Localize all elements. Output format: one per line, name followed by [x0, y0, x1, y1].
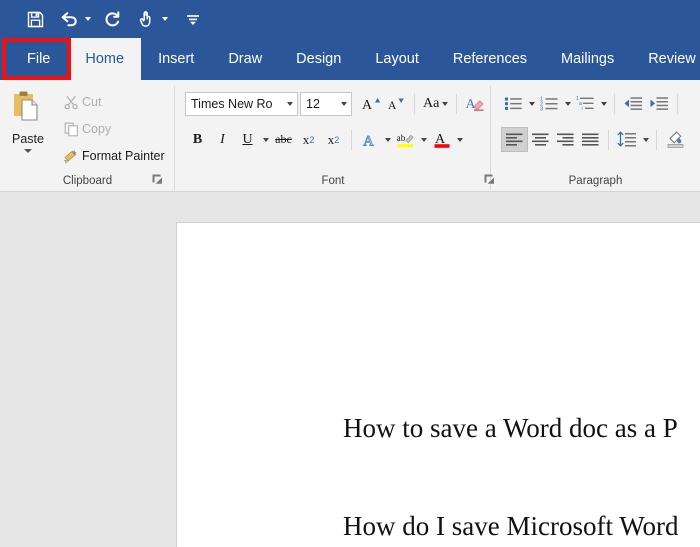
- multilevel-list-caret[interactable]: [598, 91, 609, 116]
- bold-label: B: [193, 132, 202, 148]
- document-line-1[interactable]: How to save a Word doc as a P: [343, 413, 678, 444]
- tab-mailings[interactable]: Mailings: [544, 38, 631, 80]
- cut-label: Cut: [82, 95, 101, 109]
- numbering-button[interactable]: 1 2 3: [537, 91, 562, 116]
- font-size-combobox[interactable]: 12: [300, 92, 352, 116]
- align-right-button[interactable]: [553, 127, 578, 152]
- text-effects-caret[interactable]: [382, 127, 393, 152]
- paste-icon: [11, 89, 45, 128]
- tab-design[interactable]: Design: [279, 38, 358, 80]
- underline-label: U: [242, 132, 252, 148]
- ribbon-group-paragraph: 1 2 3 1: [491, 80, 691, 168]
- font-name-combobox[interactable]: Times New Ro: [185, 92, 298, 116]
- text-highlight-color-button[interactable]: ab: [393, 127, 418, 152]
- line-spacing-caret[interactable]: [640, 127, 651, 152]
- multilevel-list-button[interactable]: 1 a i: [573, 91, 598, 116]
- svg-text:A: A: [363, 133, 374, 149]
- copy-button[interactable]: Copy: [56, 118, 169, 140]
- format-painter-icon: [60, 149, 82, 164]
- tab-references[interactable]: References: [436, 38, 544, 80]
- change-case-caret[interactable]: [442, 102, 448, 106]
- save-icon[interactable]: [22, 6, 48, 32]
- ribbon-group-font: Times New Ro 12 A: [175, 80, 491, 168]
- undo-dropdown-caret[interactable]: [82, 6, 93, 32]
- shading-button[interactable]: [662, 127, 689, 152]
- ribbon-group-labels: Clipboard Font Paragraph: [0, 167, 700, 191]
- strikethrough-button[interactable]: abc: [271, 127, 296, 152]
- clear-formatting-icon[interactable]: A: [462, 91, 488, 116]
- ribbon-tab-strip: File Home Insert Draw Design Layout Refe…: [0, 38, 700, 80]
- tab-home[interactable]: Home: [68, 38, 141, 80]
- clipboard-dialog-launcher[interactable]: [152, 174, 164, 186]
- copy-icon: [60, 122, 82, 137]
- font-color-caret[interactable]: [454, 127, 465, 152]
- font-name-caret[interactable]: [282, 102, 297, 106]
- numbering-caret[interactable]: [562, 91, 573, 116]
- align-left-button[interactable]: [501, 127, 528, 152]
- document-line-2[interactable]: How do I save Microsoft Word: [343, 511, 679, 542]
- svg-text:i: i: [582, 106, 583, 112]
- shrink-font-icon[interactable]: A: [384, 91, 409, 116]
- italic-button[interactable]: I: [210, 127, 235, 152]
- undo-icon[interactable]: [56, 6, 82, 32]
- font-size-value: 12: [306, 97, 336, 111]
- text-effects-button[interactable]: A: [357, 127, 382, 152]
- copy-label: Copy: [82, 122, 111, 136]
- decrease-indent-button[interactable]: [620, 91, 646, 116]
- strikethrough-label: abc: [275, 132, 292, 147]
- touch-mode-dropdown-caret[interactable]: [159, 6, 170, 32]
- svg-text:3: 3: [540, 106, 543, 112]
- clipboard-commands: Cut Copy: [56, 83, 169, 168]
- document-canvas: How to save a Word doc as a P How do I s…: [0, 192, 700, 547]
- paste-label: Paste: [12, 132, 44, 146]
- group-label-font: Font: [175, 175, 491, 187]
- quick-access-toolbar: [0, 0, 700, 38]
- line-spacing-button[interactable]: [614, 127, 640, 152]
- svg-text:A: A: [388, 100, 397, 112]
- group-label-clipboard: Clipboard: [0, 175, 175, 187]
- align-center-button[interactable]: [528, 127, 553, 152]
- highlight-color-caret[interactable]: [418, 127, 429, 152]
- paste-button[interactable]: Paste: [0, 83, 56, 167]
- scissors-icon: [60, 95, 82, 110]
- touch-mouse-mode-icon[interactable]: [133, 6, 159, 32]
- increase-indent-button[interactable]: [646, 91, 672, 116]
- document-page[interactable]: How to save a Word doc as a P How do I s…: [176, 222, 700, 547]
- underline-style-caret[interactable]: [260, 127, 271, 152]
- tab-file[interactable]: File: [9, 38, 68, 80]
- cut-button[interactable]: Cut: [56, 91, 169, 113]
- italic-label: I: [220, 132, 225, 148]
- underline-button[interactable]: U: [235, 127, 260, 152]
- grow-font-icon[interactable]: A: [358, 91, 384, 116]
- change-case-icon[interactable]: Aa: [420, 91, 451, 116]
- bold-button[interactable]: B: [185, 127, 210, 152]
- bullets-caret[interactable]: [526, 91, 537, 116]
- format-painter-label: Format Painter: [82, 149, 165, 163]
- bullets-button[interactable]: [501, 91, 526, 116]
- paste-dropdown-caret[interactable]: [24, 149, 32, 153]
- ribbon-group-clipboard: Paste Cut: [0, 80, 175, 168]
- font-color-button[interactable]: A: [429, 127, 454, 152]
- font-name-value: Times New Ro: [191, 97, 282, 111]
- font-size-caret[interactable]: [336, 102, 351, 106]
- group-label-paragraph: Paragraph: [491, 175, 700, 187]
- tab-insert[interactable]: Insert: [141, 38, 211, 80]
- tab-draw[interactable]: Draw: [211, 38, 279, 80]
- subscript-button[interactable]: x2: [296, 127, 321, 152]
- superscript-button[interactable]: x2: [321, 127, 346, 152]
- format-painter-button[interactable]: Format Painter: [56, 145, 169, 167]
- justify-button[interactable]: [578, 127, 603, 152]
- ribbon: Paste Cut: [0, 80, 700, 192]
- svg-text:A: A: [362, 98, 373, 113]
- tab-layout[interactable]: Layout: [358, 38, 436, 80]
- tab-review[interactable]: Review: [631, 38, 700, 80]
- customize-quick-access-icon[interactable]: [180, 6, 206, 32]
- svg-text:ab: ab: [397, 134, 406, 144]
- word-application-window: File Home Insert Draw Design Layout Refe…: [0, 0, 700, 547]
- redo-icon[interactable]: [99, 6, 125, 32]
- change-case-label: Aa: [423, 96, 439, 112]
